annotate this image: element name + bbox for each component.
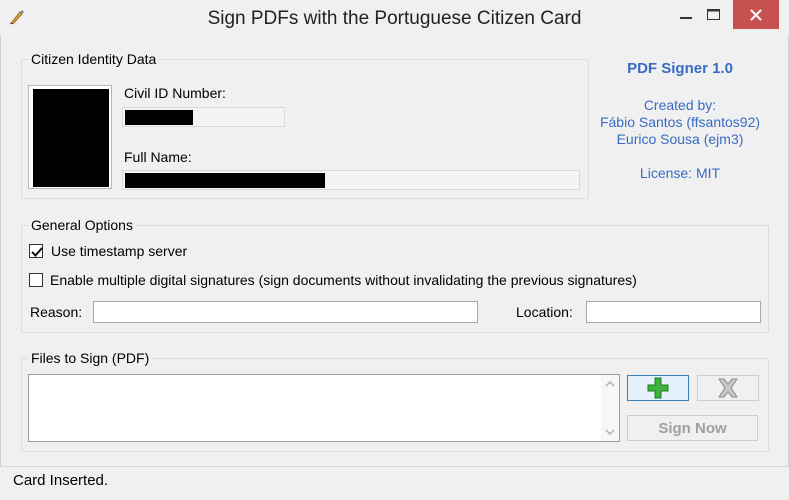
checkmark-icon — [31, 247, 43, 257]
reason-label: Reason: — [30, 304, 83, 320]
title-bar: Sign PDFs with the Portuguese Citizen Ca… — [0, 0, 789, 36]
files-scrollbar[interactable] — [601, 375, 619, 441]
full-name-redaction — [125, 173, 325, 188]
location-input[interactable] — [586, 301, 761, 323]
timestamp-label[interactable]: Use timestamp server — [51, 243, 187, 259]
photo-redacted — [33, 89, 109, 187]
status-text: Card Inserted. — [13, 472, 109, 489]
civil-id-label: Civil ID Number: — [124, 85, 226, 101]
files-list[interactable] — [28, 374, 620, 442]
civil-id-redaction — [125, 110, 193, 125]
close-button[interactable] — [733, 0, 779, 29]
multi-signature-label[interactable]: Enable multiple digital signatures (sign… — [50, 272, 637, 288]
maximize-icon — [706, 9, 720, 20]
x-icon — [718, 378, 738, 398]
multi-signature-checkbox[interactable] — [29, 273, 43, 287]
full-name-label: Full Name: — [124, 149, 192, 165]
author-1: Fábio Santos (ffsantos92) — [599, 114, 761, 130]
add-file-button[interactable] — [627, 375, 689, 401]
created-by-label: Created by: — [643, 97, 717, 113]
citizen-photo — [28, 85, 112, 189]
files-group-title: Files to Sign (PDF) — [28, 350, 153, 366]
remove-file-button[interactable] — [697, 375, 759, 401]
full-name-field — [122, 170, 580, 190]
license-label: License: MIT — [639, 165, 721, 181]
scroll-up-icon[interactable] — [601, 375, 619, 393]
plus-icon — [647, 377, 669, 399]
maximize-button[interactable] — [690, 0, 736, 29]
location-label: Location: — [516, 304, 573, 320]
status-bar: Card Inserted. — [0, 466, 789, 500]
app-name: PDF Signer 1.0 — [627, 60, 733, 77]
civil-id-field — [122, 107, 285, 127]
reason-input[interactable] — [93, 301, 478, 323]
author-2: Eurico Sousa (ejm3) — [616, 131, 744, 147]
timestamp-checkbox[interactable] — [29, 244, 43, 258]
close-icon — [750, 8, 762, 21]
options-group-title: General Options — [28, 217, 136, 233]
scroll-down-icon[interactable] — [601, 423, 619, 441]
sign-now-button[interactable]: Sign Now — [627, 415, 758, 441]
identity-group-title: Citizen Identity Data — [28, 51, 160, 67]
